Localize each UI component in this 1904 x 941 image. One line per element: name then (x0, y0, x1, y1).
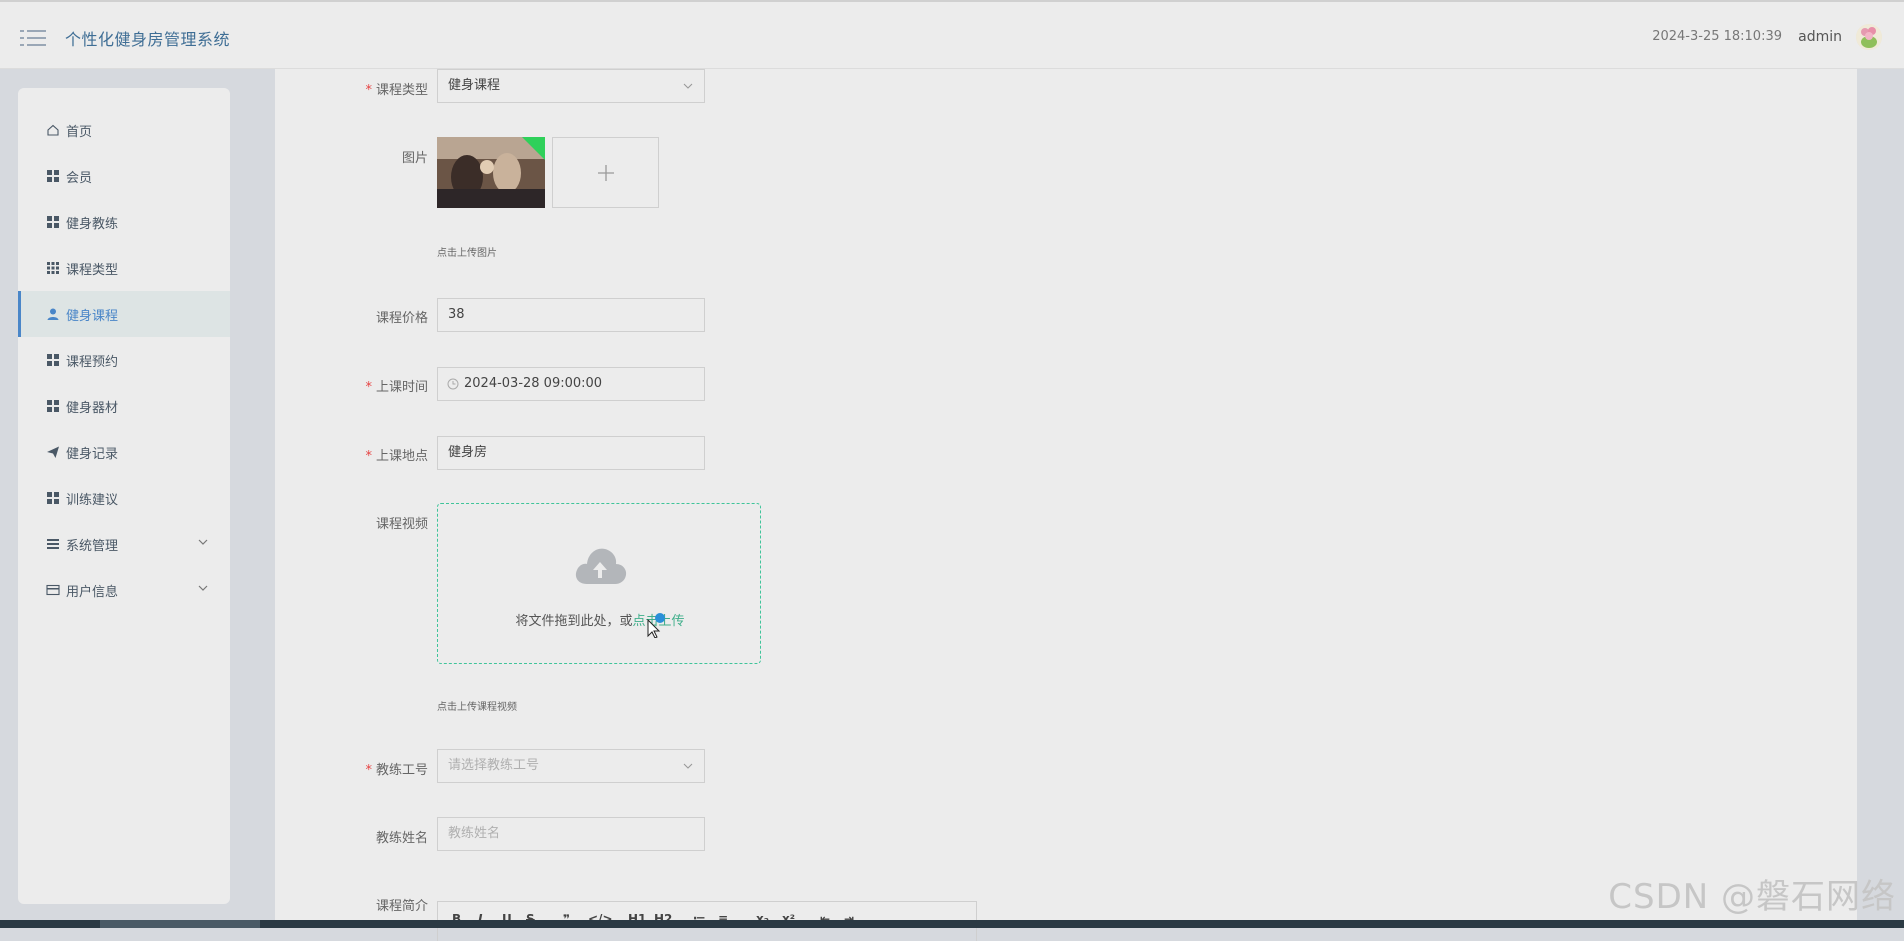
coach-id-label: * 教练工号 (365, 763, 428, 778)
home-icon (46, 123, 60, 137)
grid-icon (46, 491, 60, 505)
sidebar-item-coaches[interactable]: 健身教练 (18, 199, 230, 245)
sidebar-item-equipment[interactable]: 健身器材 (18, 383, 230, 429)
grid-icon (46, 215, 60, 229)
sidebar-item-label: 系统管理 (66, 538, 119, 554)
sidebar-item-bookings[interactable]: 课程预约 (18, 337, 230, 383)
chevron-down-icon (198, 539, 208, 545)
video-label: 课程视频 (375, 517, 428, 532)
sidebar-item-label: 健身记录 (66, 446, 119, 462)
sidebar-item-label: 会员 (66, 170, 93, 186)
scrollbar-thumb[interactable] (100, 920, 260, 928)
sidebar-item-system[interactable]: 系统管理 (18, 521, 230, 567)
card-icon (46, 583, 60, 597)
sidebar-item-user-info[interactable]: 用户信息 (18, 567, 230, 613)
grid9-icon (46, 261, 60, 275)
gym-photo-icon (437, 137, 545, 208)
grid-icon (46, 169, 60, 183)
sidebar-item-members[interactable]: 会员 (18, 153, 230, 199)
sidebar-item-advice[interactable]: 训练建议 (18, 475, 230, 521)
sidebar-item-label: 课程类型 (66, 262, 119, 278)
avatar[interactable] (1856, 24, 1882, 50)
sidebar-item-home[interactable]: 首页 (18, 107, 230, 153)
horizontal-scrollbar[interactable] (0, 920, 1904, 928)
course-type-select[interactable]: 健身课程 (437, 69, 705, 103)
clock-icon (447, 378, 459, 390)
chevron-down-icon (683, 83, 693, 89)
time-picker[interactable]: 2024-03-28 09:00:00 (437, 367, 705, 401)
uploaded-image-thumbnail[interactable] (437, 137, 545, 208)
mouse-cursor-icon (647, 613, 665, 638)
menu-toggle-icon[interactable] (20, 28, 46, 48)
course-form-panel: * 课程类型 健身课程 图片 点击上传图片 课程价格 38 * 上课时间 2024-… (275, 69, 1857, 941)
sidebar-item-label: 用户信息 (66, 584, 119, 600)
intro-label: 课程简介 (375, 899, 428, 914)
cloud-upload-icon (575, 548, 627, 584)
price-input[interactable]: 38 (437, 298, 705, 332)
sidebar-item-label: 课程预约 (66, 354, 119, 370)
coach-name-input[interactable]: 教练姓名 (437, 817, 705, 851)
image-label: 图片 (401, 151, 428, 166)
top-header: 个性化健身房管理系统 2024-3-25 18:10:39 admin (0, 0, 1904, 69)
image-upload-hint: 点击上传图片 (437, 248, 497, 259)
app-title: 个性化健身房管理系统 (65, 30, 231, 49)
dropzone-text: 将文件拖到此处，或点击上传 (438, 610, 762, 629)
sidebar-item-fitness-courses[interactable]: 健身课程 (18, 291, 230, 337)
sidebar-item-label: 健身教练 (66, 216, 119, 232)
sidebar-item-course-types[interactable]: 课程类型 (18, 245, 230, 291)
grid-icon (46, 353, 60, 367)
video-dropzone[interactable]: 将文件拖到此处，或点击上传 (437, 503, 761, 664)
send-icon (46, 445, 60, 459)
chevron-down-icon (683, 763, 693, 769)
grid-icon (46, 399, 60, 413)
chevron-down-icon (198, 585, 208, 591)
sidebar-item-label: 健身器材 (66, 400, 119, 416)
coach-id-select[interactable]: 请选择教练工号 (437, 749, 705, 783)
add-image-button[interactable] (552, 137, 659, 208)
sidebar-item-label: 首页 (66, 124, 93, 140)
current-datetime: 2024-3-25 18:10:39 (1652, 29, 1782, 44)
user-icon (46, 307, 60, 321)
location-input[interactable]: 健身房 (437, 436, 705, 470)
location-label: * 上课地点 (365, 449, 428, 464)
watermark: CSDN @磐石网络 (1608, 877, 1896, 917)
username[interactable]: admin (1798, 29, 1842, 45)
sidebar-item-label: 健身课程 (66, 308, 119, 324)
sidebar-item-label: 训练建议 (66, 492, 119, 508)
avatar-image-icon (1856, 24, 1882, 50)
sidebar-item-records[interactable]: 健身记录 (18, 429, 230, 475)
time-label: * 上课时间 (365, 380, 428, 395)
course-type-label: * 课程类型 (365, 83, 428, 98)
video-upload-hint: 点击上传课程视频 (437, 702, 517, 713)
price-label: 课程价格 (375, 311, 428, 326)
sidebar: 首页 会员 健身教练 课程类型 健身课程 课程预约 健身器材 健身记录 训练建议… (18, 88, 230, 904)
plus-icon (598, 165, 614, 181)
list-icon (46, 537, 60, 551)
coach-name-label: 教练姓名 (375, 831, 428, 846)
